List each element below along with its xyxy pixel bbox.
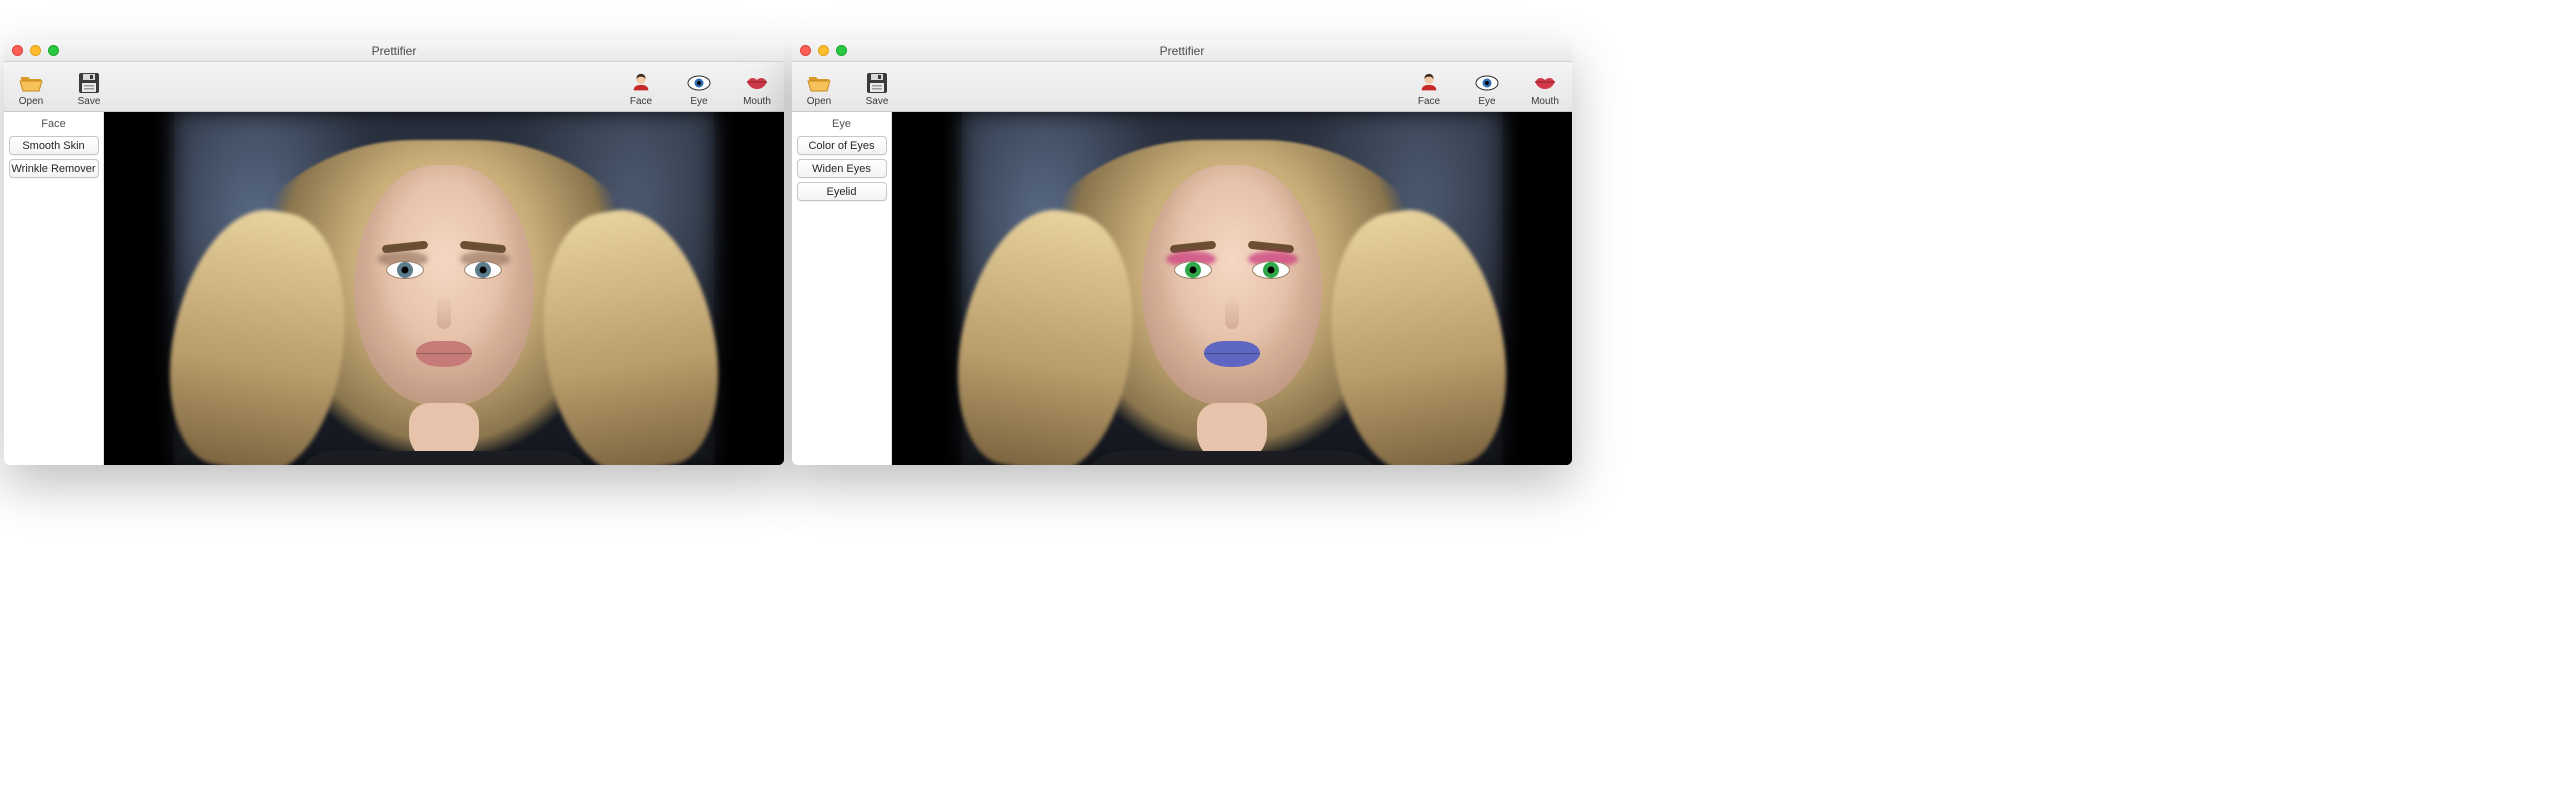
wrinkle-remover-button[interactable]: Wrinkle Remover: [9, 159, 99, 178]
mouth-tool-button[interactable]: Mouth: [736, 72, 778, 107]
portrait-image: [962, 112, 1502, 465]
open-label: Open: [807, 96, 831, 107]
eye-tool-label: Eye: [690, 96, 707, 107]
sidebar-header: Eye: [832, 118, 851, 130]
color-of-eyes-button[interactable]: Color of Eyes: [797, 136, 887, 155]
widen-eyes-button[interactable]: Widen Eyes: [797, 159, 887, 178]
face-icon: [628, 72, 654, 94]
app-window: Prettifier Open Save Face: [792, 40, 1572, 465]
open-label: Open: [19, 96, 43, 107]
titlebar: Prettifier: [792, 40, 1572, 62]
minimize-icon[interactable]: [30, 45, 41, 56]
floppy-disk-icon: [864, 72, 890, 94]
folder-open-icon: [806, 72, 832, 94]
canvas-letterbox-left: [892, 112, 962, 465]
eye-icon: [686, 72, 712, 94]
toolbar: Open Save Face Eye: [4, 62, 784, 112]
smooth-skin-button[interactable]: Smooth Skin: [9, 136, 99, 155]
window-title: Prettifier: [792, 44, 1572, 58]
mouth-tool-label: Mouth: [743, 96, 771, 107]
canvas-letterbox-left: [104, 112, 174, 465]
image-canvas[interactable]: [104, 112, 784, 465]
zoom-icon[interactable]: [836, 45, 847, 56]
image-canvas[interactable]: [892, 112, 1572, 465]
eye-tool-button[interactable]: Eye: [678, 72, 720, 107]
face-tool-label: Face: [1418, 96, 1440, 107]
save-button[interactable]: Save: [68, 72, 110, 107]
save-button[interactable]: Save: [856, 72, 898, 107]
portrait-image: [174, 112, 714, 465]
eye-icon: [1474, 72, 1500, 94]
minimize-icon[interactable]: [818, 45, 829, 56]
canvas-letterbox-right: [1502, 112, 1572, 465]
floppy-disk-icon: [76, 72, 102, 94]
save-label: Save: [78, 96, 101, 107]
canvas-letterbox-right: [714, 112, 784, 465]
eye-tool-label: Eye: [1478, 96, 1495, 107]
titlebar: Prettifier: [4, 40, 784, 62]
eye-tool-button[interactable]: Eye: [1466, 72, 1508, 107]
open-button[interactable]: Open: [798, 72, 840, 107]
eyelid-button[interactable]: Eyelid: [797, 182, 887, 201]
zoom-icon[interactable]: [48, 45, 59, 56]
mouth-tool-button[interactable]: Mouth: [1524, 72, 1566, 107]
sidebar: Eye Color of Eyes Widen Eyes Eyelid: [792, 112, 892, 465]
face-tool-button[interactable]: Face: [620, 72, 662, 107]
mouth-tool-label: Mouth: [1531, 96, 1559, 107]
open-button[interactable]: Open: [10, 72, 52, 107]
sidebar-header: Face: [41, 118, 65, 130]
traffic-lights: [4, 45, 59, 56]
lips-icon: [1532, 72, 1558, 94]
save-label: Save: [866, 96, 889, 107]
folder-open-icon: [18, 72, 44, 94]
face-tool-button[interactable]: Face: [1408, 72, 1450, 107]
sidebar: Face Smooth Skin Wrinkle Remover: [4, 112, 104, 465]
face-tool-label: Face: [630, 96, 652, 107]
face-icon: [1416, 72, 1442, 94]
traffic-lights: [792, 45, 847, 56]
app-window: Prettifier Open Save Face: [4, 40, 784, 465]
close-icon[interactable]: [12, 45, 23, 56]
toolbar: Open Save Face Eye: [792, 62, 1572, 112]
window-title: Prettifier: [4, 44, 784, 58]
lips-icon: [744, 72, 770, 94]
close-icon[interactable]: [800, 45, 811, 56]
